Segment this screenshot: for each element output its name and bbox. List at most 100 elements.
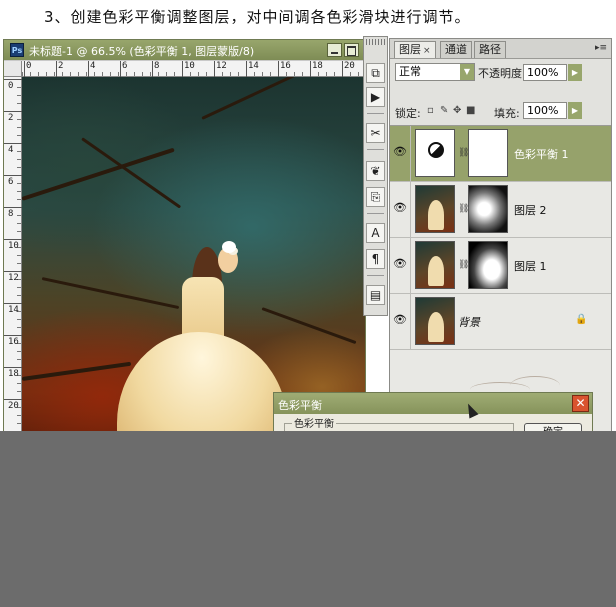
layer-mask-thumbnail[interactable] (468, 241, 508, 289)
tab-label: 通道 (445, 43, 467, 56)
link-icon[interactable]: ⛓ (458, 202, 469, 216)
tab-channels[interactable]: 通道 (440, 41, 472, 58)
ruler-v-tick: 10 (4, 239, 22, 251)
tab-label: 图层 (399, 43, 421, 56)
vertical-ruler[interactable]: 0 2 4 6 8 10 12 14 16 18 20 (3, 77, 24, 448)
eye-icon: 👁 (393, 257, 407, 270)
tree-branch (22, 361, 132, 381)
dock-separator (367, 113, 384, 114)
eye-icon: 👁 (393, 201, 407, 214)
fill-slider-button[interactable]: ▶ (568, 102, 582, 119)
chevron-down-icon: ▼ (460, 64, 474, 80)
blend-mode-select[interactable]: 正常 ▼ (395, 63, 475, 81)
eye-icon: 👁 (393, 313, 407, 326)
lock-pixels-icon[interactable]: ✎ (440, 106, 450, 116)
layer-thumbnail[interactable] (415, 297, 455, 345)
lock-icon: 🔒 (575, 314, 588, 325)
tab-paths[interactable]: 路径 (474, 41, 506, 58)
ruler-h-tick: 20 (342, 61, 355, 77)
document-title-bar[interactable]: Ps 未标题-1 @ 66.5% (色彩平衡 1, 图层蒙版/8) (4, 40, 365, 60)
tools-presets-icon[interactable]: ✂ (366, 123, 385, 143)
lock-transparency-icon[interactable]: ▫ (427, 106, 437, 116)
opacity-slider-button[interactable]: ▶ (568, 64, 582, 81)
ruler-h-tick: 0 (23, 61, 32, 77)
ruler-h-tick: 10 (182, 61, 195, 77)
layer-row-layer-1[interactable]: 👁 ⛓ 图层 1 (390, 238, 611, 294)
ruler-h-tick: 8 (151, 61, 160, 77)
dock-separator (367, 275, 384, 276)
ruler-h-tick: 2 (55, 61, 64, 77)
clone-source-icon[interactable]: ⎘ (366, 187, 385, 207)
layer-mask-thumbnail[interactable] (468, 129, 508, 177)
ruler-v-tick: 12 (4, 271, 22, 283)
layer-name: 背景 (458, 316, 480, 329)
opacity-field[interactable]: 100% (523, 64, 567, 81)
ruler-h-tick: 14 (246, 61, 259, 77)
ruler-v-tick: 16 (4, 335, 22, 347)
lock-position-icon[interactable]: ✥ (453, 106, 463, 116)
document-window: Ps 未标题-1 @ 66.5% (色彩平衡 1, 图层蒙版/8) 0 2 4 … (3, 39, 366, 449)
close-icon[interactable]: ✕ (572, 395, 589, 412)
tab-layers[interactable]: 图层 × (394, 41, 436, 58)
dialog-title: 色彩平衡 (278, 399, 322, 412)
visibility-toggle[interactable]: 👁 (390, 294, 411, 349)
blend-mode-value: 正常 (399, 65, 421, 78)
dialog-title-bar[interactable]: 色彩平衡 ✕ (274, 393, 592, 414)
visibility-toggle[interactable]: 👁 (390, 182, 411, 237)
hair-flower (222, 241, 236, 253)
ruler-h-tick: 18 (310, 61, 323, 77)
character-text-icon[interactable]: A (366, 223, 385, 243)
ruler-v-tick: 8 (3, 207, 24, 219)
document-title: 未标题-1 @ 66.5% (色彩平衡 1, 图层蒙版/8) (29, 45, 255, 58)
ruler-origin[interactable] (4, 61, 22, 77)
ruler-h-tick: 16 (278, 61, 291, 77)
close-icon[interactable]: × (423, 46, 431, 56)
tree-branch (201, 77, 321, 120)
visibility-toggle[interactable]: 👁 (390, 126, 411, 181)
tree-branch (22, 147, 175, 201)
layer-name: 图层 2 (514, 204, 547, 217)
ruler-minor-ticks (17, 77, 21, 448)
fill-field[interactable]: 100% (523, 102, 567, 119)
visibility-toggle[interactable]: 👁 (390, 238, 411, 293)
layer-name: 图层 1 (514, 260, 547, 273)
tutorial-caption: 3、创建色彩平衡调整图层，对中间调各色彩滑块进行调节。 (44, 8, 471, 26)
panel-menu-icon[interactable]: ▸≡ (595, 43, 607, 53)
ruler-h-tick: 6 (119, 61, 128, 77)
dock-separator (367, 149, 384, 150)
ruler-h-tick: 12 (214, 61, 227, 77)
group-label: 色彩平衡 (292, 415, 336, 430)
dock-separator (367, 213, 384, 214)
maximize-button[interactable] (344, 43, 359, 57)
link-icon[interactable]: ⛓ (458, 258, 469, 272)
lock-all-icon[interactable]: ■ (466, 106, 476, 116)
layer-row-layer-2[interactable]: 👁 ⛓ 图层 2 (390, 182, 611, 238)
dock-grip[interactable] (366, 39, 385, 45)
layer-mask-thumbnail[interactable] (468, 185, 508, 233)
adjustment-icon[interactable] (415, 129, 455, 177)
fill-label: 填充: (494, 107, 520, 120)
history-icon[interactable]: ⧉ (366, 63, 385, 83)
actions-play-icon[interactable]: ▶ (366, 87, 385, 107)
tree-branch (261, 307, 357, 345)
layer-comps-icon[interactable]: ▤ (366, 285, 385, 305)
layer-name: 色彩平衡 1 (514, 148, 569, 161)
minimize-button[interactable] (327, 43, 342, 57)
ruler-h-tick: 4 (87, 61, 96, 77)
ruler-v-tick: 4 (3, 143, 24, 155)
ruler-v-tick: 20 (4, 399, 22, 411)
horizontal-ruler[interactable]: 0 2 4 6 8 10 12 14 16 18 20 (22, 61, 365, 77)
paragraph-icon[interactable]: ¶ (366, 249, 385, 269)
link-icon[interactable]: ⛓ (458, 146, 469, 160)
layer-thumbnail[interactable] (415, 241, 455, 289)
layer-thumbnail[interactable] (415, 185, 455, 233)
layer-row-color-balance[interactable]: 👁 ⛓ 色彩平衡 1 (390, 126, 611, 182)
ruler-v-tick: 14 (4, 303, 22, 315)
brushes-icon[interactable]: ❦ (366, 161, 385, 181)
lock-label: 锁定: (395, 107, 421, 120)
ruler-v-tick: 2 (3, 111, 24, 123)
blank-area (0, 431, 616, 607)
layer-row-background[interactable]: 👁 背景 🔒 (390, 294, 611, 350)
layers-panel: 图层 × 通道 路径 ▸≡ 正常 ▼ 不透明度: 100% ▶ 锁定: ▫ ✎ ✥… (389, 38, 612, 434)
ruler-minor-ticks (22, 72, 365, 76)
